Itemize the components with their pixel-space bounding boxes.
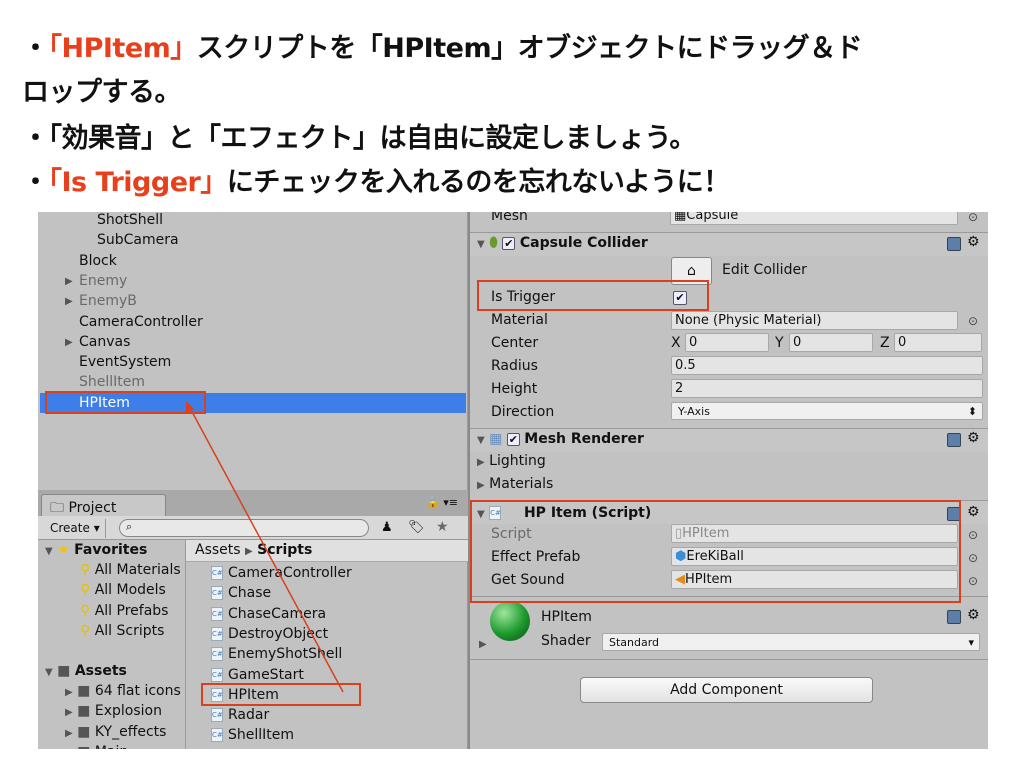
drag-arrow — [186, 401, 344, 693]
